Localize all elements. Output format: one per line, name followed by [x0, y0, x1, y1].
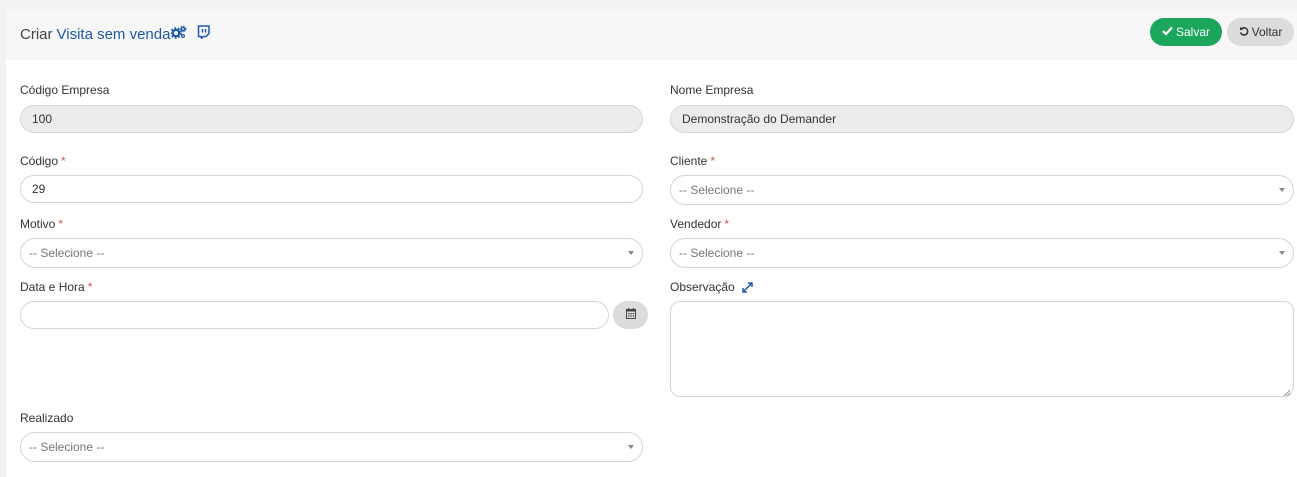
back-button[interactable]: Voltar — [1227, 18, 1294, 46]
realizado-label-text: Realizado — [20, 411, 74, 425]
chevron-down-icon — [1279, 188, 1285, 192]
codigo-label: Código * — [20, 154, 66, 168]
panel-header: Criar Visita sem venda Salvar Voltar — [6, 9, 1297, 60]
title-link[interactable]: Visita sem venda — [57, 26, 171, 43]
undo-icon — [1239, 25, 1252, 39]
observacao-label-text: Observação — [670, 280, 735, 294]
nome-empresa-label: Nome Empresa — [670, 83, 753, 97]
codigo-empresa-label: Código Empresa — [20, 83, 109, 97]
motivo-value: -- Selecione -- — [29, 246, 105, 260]
back-label: Voltar — [1251, 25, 1283, 39]
data-hora-label-text: Data e Hora — [20, 280, 85, 294]
chevron-down-icon — [628, 251, 634, 255]
observacao-textarea[interactable] — [670, 301, 1294, 397]
save-button[interactable]: Salvar — [1150, 18, 1222, 46]
vendedor-required: * — [724, 217, 730, 231]
vendedor-label: Vendedor * — [670, 217, 729, 231]
realizado-value: -- Selecione -- — [29, 440, 105, 454]
chevron-down-icon — [628, 445, 634, 449]
expand-icon[interactable] — [741, 281, 753, 293]
resize-handle-icon[interactable] — [1283, 386, 1291, 397]
nome-empresa-value: Demonstração do Demander — [682, 112, 837, 126]
motivo-required: * — [58, 217, 64, 231]
codigo-label-text: Código — [20, 154, 59, 168]
vendedor-value: -- Selecione -- — [679, 246, 755, 260]
motivo-label-text: Motivo — [20, 217, 56, 231]
codigo-input[interactable]: 29 — [20, 175, 643, 203]
form-panel: Criar Visita sem venda Salvar Voltar Cód… — [6, 9, 1297, 477]
calendar-button[interactable] — [613, 301, 648, 329]
save-label: Salvar — [1175, 25, 1210, 39]
calendar-icon — [625, 308, 636, 322]
cliente-select[interactable]: -- Selecione -- — [670, 175, 1294, 205]
twitch-icon[interactable] — [197, 25, 211, 43]
data-hora-label: Data e Hora * — [20, 280, 92, 294]
cliente-label: Cliente * — [670, 154, 715, 168]
title-prefix: Criar — [20, 25, 53, 43]
nome-empresa-label-text: Nome Empresa — [670, 83, 754, 97]
codigo-empresa-value: 100 — [32, 112, 53, 126]
motivo-label: Motivo * — [20, 217, 63, 231]
data-hora-input[interactable] — [20, 301, 609, 329]
vendedor-label-text: Vendedor — [670, 217, 722, 231]
realizado-label: Realizado — [20, 411, 73, 425]
page-title: Criar Visita sem venda — [20, 25, 211, 43]
cogs-icon[interactable] — [170, 25, 187, 43]
cliente-value: -- Selecione -- — [679, 183, 755, 197]
codigo-value: 29 — [32, 182, 46, 196]
codigo-required: * — [61, 154, 66, 168]
data-hora-required: * — [87, 280, 93, 294]
check-icon — [1162, 25, 1176, 39]
vendedor-select[interactable]: -- Selecione -- — [670, 238, 1294, 268]
codigo-empresa-label-text: Código Empresa — [20, 83, 110, 97]
cliente-label-text: Cliente — [670, 154, 708, 168]
chevron-down-icon — [1279, 251, 1285, 255]
codigo-empresa-field: 100 — [20, 105, 643, 133]
observacao-label: Observação — [670, 280, 753, 294]
motivo-select[interactable]: -- Selecione -- — [20, 238, 643, 268]
nome-empresa-field: Demonstração do Demander — [670, 105, 1294, 133]
realizado-select[interactable]: -- Selecione -- — [20, 432, 643, 462]
cliente-required: * — [710, 154, 716, 168]
